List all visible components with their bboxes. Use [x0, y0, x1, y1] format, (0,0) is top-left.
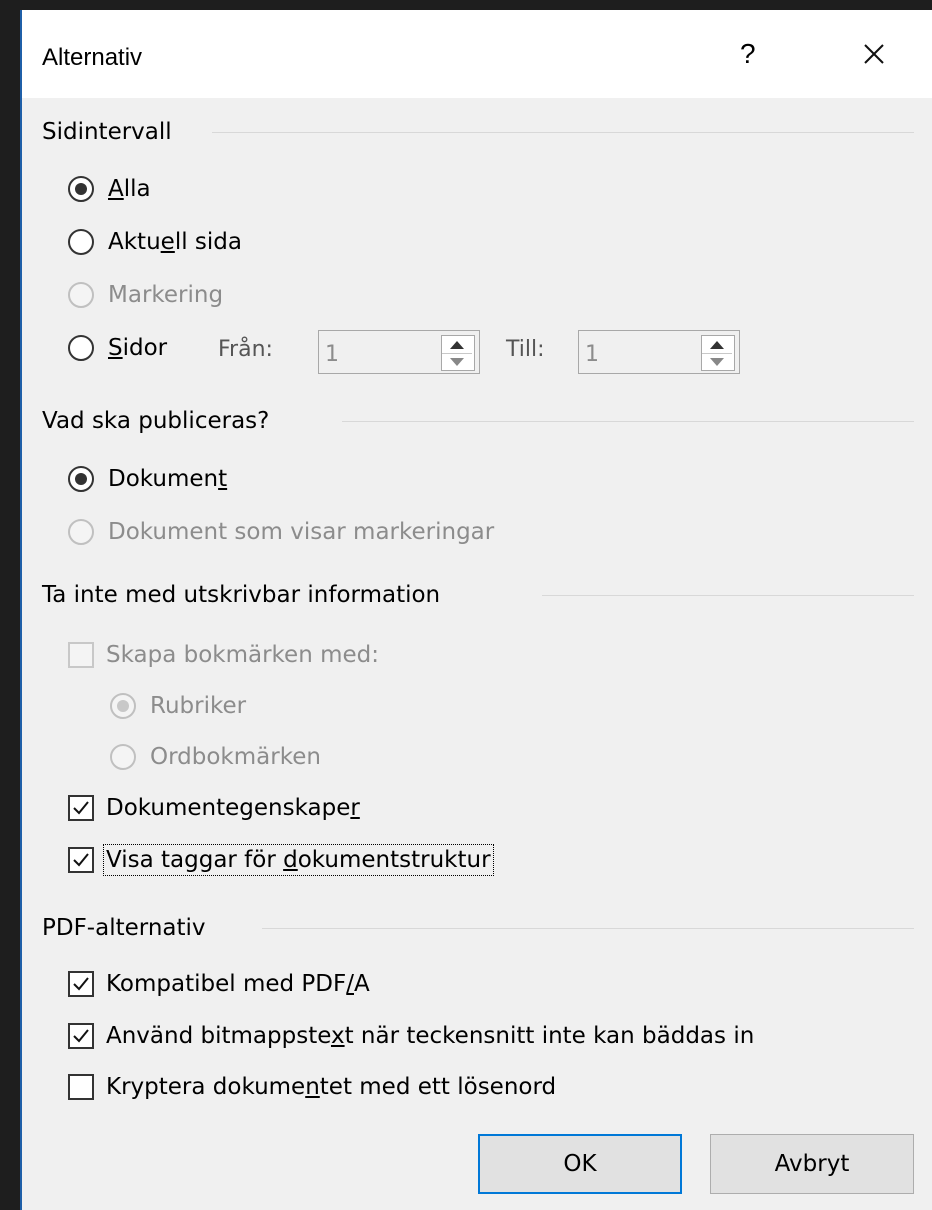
arrow-down-icon	[710, 357, 724, 366]
radio-button	[68, 519, 94, 545]
section-divider	[542, 595, 914, 596]
checkbox-create-bookmarks-label: Skapa bokmärken med:	[106, 642, 380, 668]
radio-word-bookmarks-label: Ordbokmärken	[150, 744, 321, 770]
checkbox-structure-tags-label: Visa taggar för dokumentstruktur	[103, 844, 494, 876]
arrow-down-icon	[450, 357, 464, 366]
radio-current-page-label: Aktuell sida	[108, 229, 242, 255]
checkbox-pdfa[interactable]: Kompatibel med PDF/A	[68, 971, 370, 997]
from-increment-button[interactable]	[442, 336, 472, 354]
radio-current-page[interactable]: Aktuell sida	[68, 229, 242, 255]
radio-pages[interactable]: Sidor	[68, 335, 167, 361]
radio-document-markup: Dokument som visar markeringar	[68, 519, 494, 545]
from-decrement-button[interactable]	[442, 353, 472, 370]
section-publish: Vad ska publiceras?	[42, 408, 282, 434]
checkbox[interactable]	[68, 1023, 94, 1049]
radio-document-label: Dokument	[108, 466, 228, 492]
checkbox-pdfa-label: Kompatibel med PDF/A	[106, 971, 370, 997]
radio-button[interactable]	[68, 335, 94, 361]
radio-selection: Markering	[68, 282, 223, 308]
section-non-print: Ta inte med utskrivbar information	[42, 582, 453, 608]
title-bar: Alternativ ?	[22, 10, 932, 98]
from-label: Från:	[218, 337, 273, 362]
checkmark-icon	[73, 1029, 89, 1043]
checkbox-create-bookmarks: Skapa bokmärken med:	[68, 642, 379, 668]
radio-document-markup-label: Dokument som visar markeringar	[108, 519, 495, 545]
to-spin-buttons	[701, 335, 735, 371]
section-page-range: Sidintervall	[42, 119, 184, 145]
checkbox[interactable]	[68, 1074, 94, 1100]
radio-word-bookmarks: Ordbokmärken	[110, 744, 321, 770]
close-button[interactable]	[856, 36, 892, 72]
checkbox[interactable]	[68, 795, 94, 821]
checkmark-icon	[73, 853, 89, 867]
checkmark-icon	[73, 801, 89, 815]
radio-button	[110, 744, 136, 770]
to-input[interactable]	[583, 337, 687, 371]
to-spinbox[interactable]	[578, 330, 740, 374]
arrow-up-icon	[450, 340, 464, 349]
checkbox-document-properties[interactable]: Dokumentegenskaper	[68, 795, 360, 821]
radio-headings: Rubriker	[110, 693, 246, 719]
from-input[interactable]	[323, 337, 427, 371]
to-increment-button[interactable]	[702, 336, 732, 354]
checkbox-structure-tags[interactable]: Visa taggar för dokumentstruktur	[68, 844, 494, 876]
radio-button[interactable]	[68, 176, 94, 202]
radio-document[interactable]: Dokument	[68, 466, 227, 492]
to-decrement-button[interactable]	[702, 353, 732, 370]
close-icon	[864, 44, 884, 64]
radio-headings-label: Rubriker	[150, 693, 247, 719]
section-pdf-options: PDF-alternativ	[42, 915, 218, 941]
from-spin-buttons	[441, 335, 475, 371]
radio-pages-label: Sidor	[108, 335, 168, 361]
radio-button	[110, 693, 136, 719]
radio-button[interactable]	[68, 229, 94, 255]
checkbox-document-properties-label: Dokumentegenskaper	[106, 795, 360, 821]
checkbox	[68, 642, 94, 668]
radio-all-label: Alla	[108, 176, 151, 202]
section-divider	[342, 421, 914, 422]
dialog-title: Alternativ	[42, 44, 143, 71]
checkbox-encrypt[interactable]: Kryptera dokumentet med ett lösenord	[68, 1074, 556, 1100]
ok-button[interactable]: OK	[478, 1134, 682, 1194]
checkbox-bitmap-text[interactable]: Använd bitmappstext när teckensnitt inte…	[68, 1023, 754, 1049]
help-button[interactable]: ?	[740, 38, 756, 70]
section-divider	[262, 928, 914, 929]
radio-selection-label: Markering	[108, 282, 224, 308]
cancel-button[interactable]: Avbryt	[710, 1134, 914, 1194]
radio-all[interactable]: Alla	[68, 176, 151, 202]
section-divider	[212, 132, 914, 133]
checkbox[interactable]	[68, 971, 94, 997]
arrow-up-icon	[710, 340, 724, 349]
options-dialog: Alternativ ? Sidintervall Alla Aktuell s…	[20, 10, 932, 1210]
checkbox-bitmap-text-label: Använd bitmappstext när teckensnitt inte…	[106, 1023, 755, 1049]
radio-button	[68, 282, 94, 308]
to-label: Till:	[506, 337, 545, 362]
checkmark-icon	[73, 977, 89, 991]
from-spinbox[interactable]	[318, 330, 480, 374]
checkbox[interactable]	[68, 847, 94, 873]
checkbox-encrypt-label: Kryptera dokumentet med ett lösenord	[106, 1074, 557, 1100]
radio-button[interactable]	[68, 466, 94, 492]
